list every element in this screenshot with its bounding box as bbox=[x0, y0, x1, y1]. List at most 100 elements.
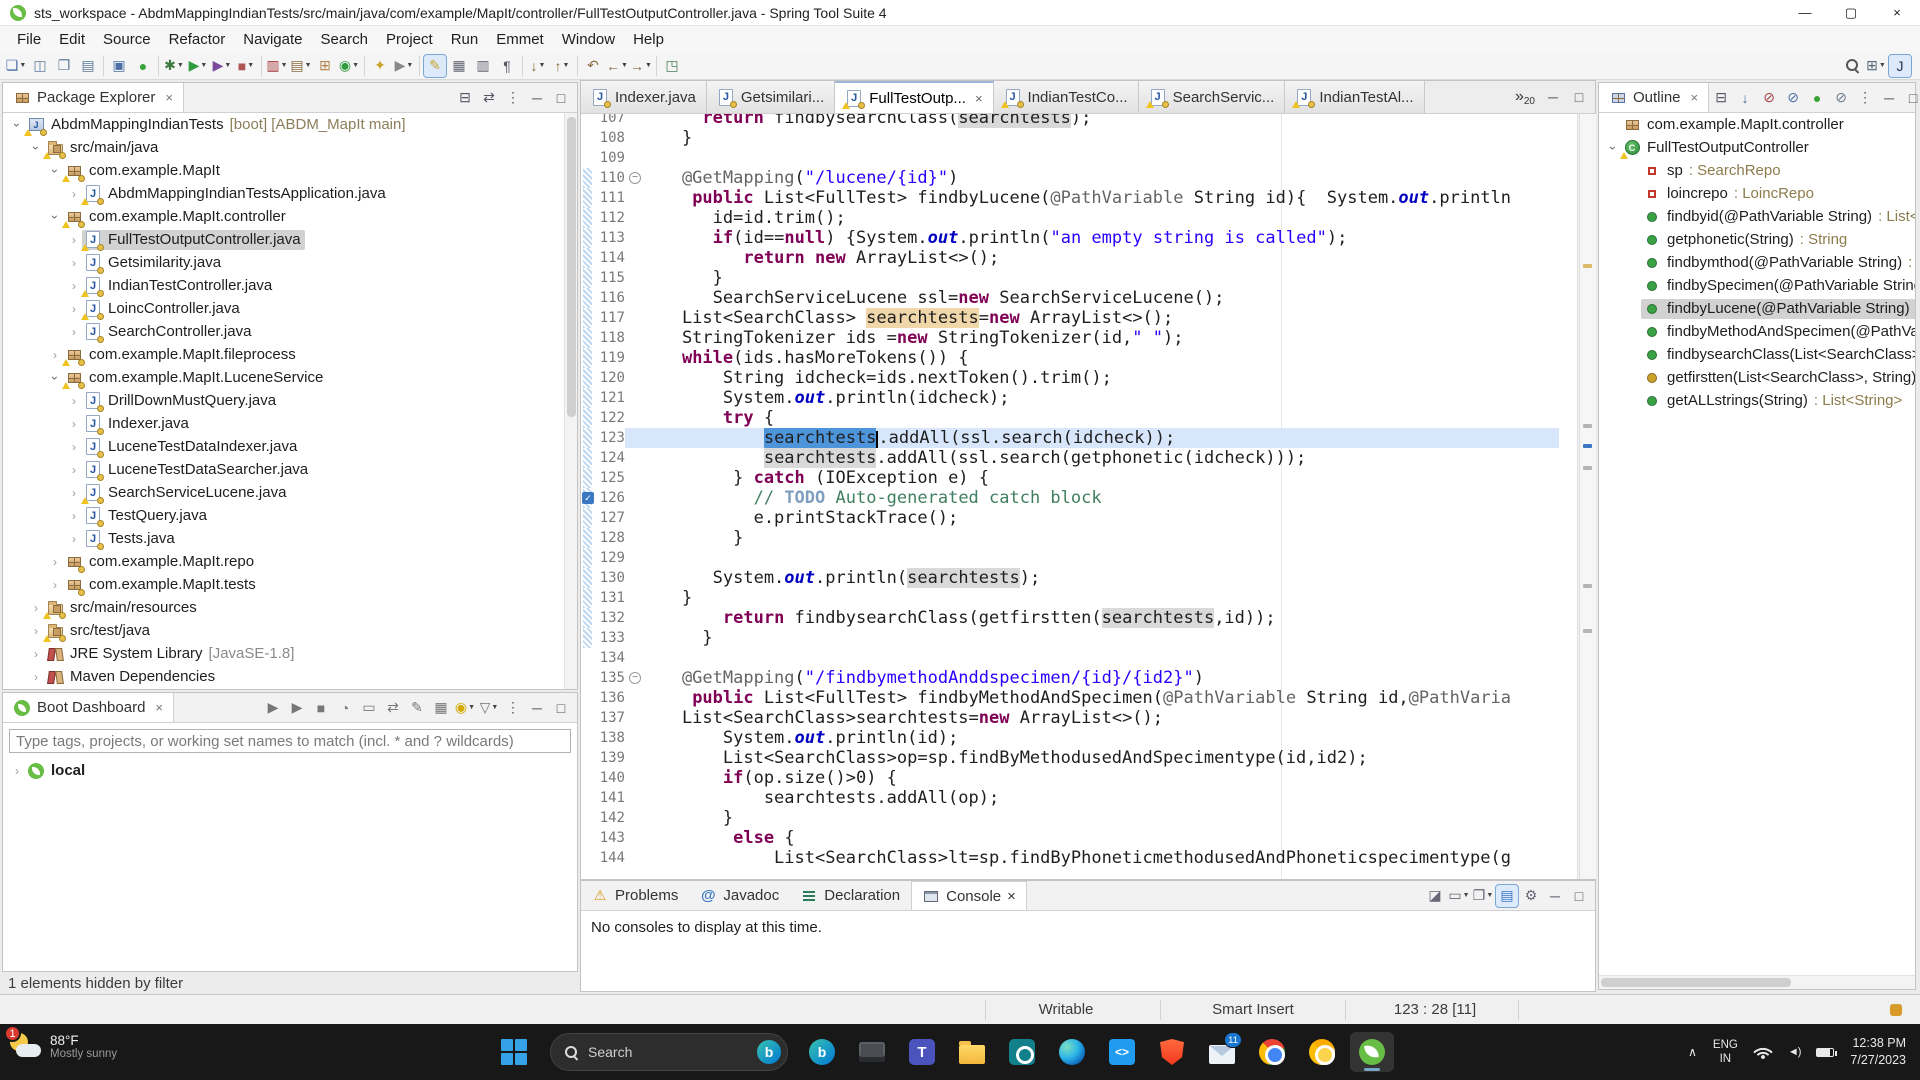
new-package-icon[interactable]: ⊞ bbox=[314, 55, 336, 77]
code-line-119[interactable]: 119 while(ids.hasMoreTokens()) { bbox=[581, 348, 1577, 368]
tree-item-lucenetestdatasearcher-java[interactable]: › LuceneTestDataSearcher.java bbox=[3, 458, 577, 481]
console-tab-problems[interactable]: ⚠ Problems bbox=[581, 881, 689, 910]
external-tools-icon[interactable]: ▶ ▼ bbox=[393, 55, 415, 77]
stop-icon[interactable]: ■ ▼ bbox=[235, 55, 257, 77]
tree-item-fulltestoutputcontroller-java[interactable]: › FullTestOutputController.java bbox=[3, 228, 577, 251]
code-text[interactable]: System.out.println(idcheck); bbox=[641, 388, 1010, 408]
maximize-icon[interactable]: □ bbox=[550, 87, 572, 109]
line-number[interactable]: 139 bbox=[589, 748, 625, 768]
code-line-130[interactable]: 130 System.out.println(searchtests); bbox=[581, 568, 1577, 588]
menu-project[interactable]: Project bbox=[377, 28, 442, 51]
code-text[interactable]: SearchServiceLucene ssl=new SearchServic… bbox=[641, 288, 1225, 308]
java-perspective-icon[interactable]: J bbox=[1888, 53, 1912, 78]
save-icon[interactable]: ◫ bbox=[29, 55, 51, 77]
expander-icon[interactable]: › bbox=[48, 209, 62, 225]
close-icon[interactable]: × bbox=[1007, 888, 1016, 905]
print-icon[interactable]: ▤ bbox=[77, 55, 99, 77]
tree-item-searchservicelucene-java[interactable]: › SearchServiceLucene.java bbox=[3, 481, 577, 504]
maximize-button[interactable]: ▢ bbox=[1828, 0, 1874, 26]
taskbar-app-chrome[interactable] bbox=[1250, 1032, 1294, 1072]
code-line-122[interactable]: 122 try { bbox=[581, 408, 1577, 428]
back-icon[interactable]: ← ▼ bbox=[606, 55, 628, 77]
code-text[interactable]: } bbox=[641, 628, 712, 648]
code-line-136[interactable]: 136 public List<FullTest> findbyMethodAn… bbox=[581, 688, 1577, 708]
code-text[interactable]: System.out.println(id); bbox=[641, 728, 958, 748]
line-number[interactable]: 131 bbox=[589, 588, 625, 608]
show-selected-element-icon[interactable]: ▥ bbox=[472, 55, 494, 77]
open-console-icon[interactable]: ▭ bbox=[358, 697, 380, 719]
show-properties-icon[interactable]: ▦ bbox=[430, 697, 452, 719]
code-line-143[interactable]: 143 else { bbox=[581, 828, 1577, 848]
line-number[interactable]: 123 bbox=[589, 428, 625, 448]
line-number[interactable]: 141 bbox=[589, 788, 625, 808]
activate-on-output-icon[interactable]: ▤ bbox=[1495, 883, 1519, 908]
maximize-icon[interactable]: □ bbox=[1568, 885, 1590, 907]
editor-tab-fulltestoutp-[interactable]: FullTestOutp... × bbox=[835, 81, 994, 113]
line-number[interactable]: 143 bbox=[589, 828, 625, 848]
collapse-all-icon[interactable]: ⊟ bbox=[1710, 87, 1732, 109]
open-config-icon[interactable]: ✎ bbox=[406, 697, 428, 719]
expander-icon[interactable]: › bbox=[66, 486, 82, 500]
new-java-project-icon[interactable]: ▤ ▼ bbox=[290, 55, 312, 77]
code-text[interactable]: } bbox=[641, 808, 733, 828]
view-menu-icon[interactable]: ⋮ bbox=[502, 697, 524, 719]
code-line-120[interactable]: 120 String idcheck=ids.nextToken().trim(… bbox=[581, 368, 1577, 388]
expander-icon[interactable]: › bbox=[66, 302, 82, 316]
outline-item-findbyid-pathvariable-string-[interactable]: findbyid(@PathVariable String) : List<F bbox=[1599, 205, 1915, 228]
spring-boot-icon[interactable]: ● bbox=[132, 55, 154, 77]
code-line-109[interactable]: 109 bbox=[581, 148, 1577, 168]
code-text[interactable]: if(op.size()>0) { bbox=[641, 768, 897, 788]
coverage-icon[interactable]: ▥ ▼ bbox=[266, 55, 288, 77]
start-debug-icon[interactable]: ▶ bbox=[286, 697, 308, 719]
tree-item-com-example-mapit-repo[interactable]: › com.example.MapIt.repo bbox=[3, 550, 577, 573]
expander-icon[interactable]: › bbox=[28, 624, 44, 638]
line-number[interactable]: 135 bbox=[589, 668, 625, 688]
notification-icon[interactable] bbox=[1890, 1004, 1902, 1016]
battery-icon[interactable] bbox=[1816, 1047, 1838, 1057]
outline-item-com-example-mapit-controller[interactable]: com.example.MapIt.controller bbox=[1599, 113, 1915, 136]
line-number[interactable]: 114 bbox=[589, 248, 625, 268]
line-number[interactable]: 140 bbox=[589, 768, 625, 788]
line-number[interactable]: 120 bbox=[589, 368, 625, 388]
code-line-134[interactable]: 134 bbox=[581, 648, 1577, 668]
tree-item-src-main-resources[interactable]: › src/main/resources bbox=[3, 596, 577, 619]
taskbar-app-bing[interactable]: b bbox=[800, 1032, 844, 1072]
line-number[interactable]: 125 bbox=[589, 468, 625, 488]
code-text[interactable]: return new ArrayList<>(); bbox=[641, 248, 999, 268]
menu-window[interactable]: Window bbox=[553, 28, 624, 51]
expander-icon[interactable]: › bbox=[9, 764, 25, 778]
tree-item-loinccontroller-java[interactable]: › LoincController.java bbox=[3, 297, 577, 320]
editor-tab-searchservic-[interactable]: SearchServic... bbox=[1138, 81, 1286, 113]
code-text[interactable]: List<SearchClass>op=sp.findByMethodusedA… bbox=[641, 748, 1368, 768]
hide-static-members-icon[interactable]: ⊘ bbox=[1782, 87, 1804, 109]
boot-target-local[interactable]: › local bbox=[3, 759, 577, 782]
line-number[interactable]: 116 bbox=[589, 288, 625, 308]
line-number[interactable]: 118 bbox=[589, 328, 625, 348]
expander-icon[interactable]: › bbox=[66, 233, 82, 247]
code-line-139[interactable]: 139 List<SearchClass>op=sp.findByMethodu… bbox=[581, 748, 1577, 768]
editor-tab-indiantestal-[interactable]: IndianTestAl... bbox=[1285, 81, 1425, 113]
search-icon[interactable]: ✦ bbox=[369, 55, 391, 77]
tree-item-getsimilarity-java[interactable]: › Getsimilarity.java bbox=[3, 251, 577, 274]
line-number[interactable]: 144 bbox=[589, 848, 625, 868]
restart-icon[interactable]: ◔ bbox=[334, 697, 356, 719]
code-line-141[interactable]: 141 searchtests.addAll(op); bbox=[581, 788, 1577, 808]
line-number[interactable]: 109 bbox=[589, 148, 625, 168]
forward-icon[interactable]: → ▼ bbox=[630, 55, 652, 77]
line-number[interactable]: 117 bbox=[589, 308, 625, 328]
code-editor[interactable]: 107 return findbysearchClass(searchtests… bbox=[581, 114, 1577, 879]
code-line-128[interactable]: 128 } bbox=[581, 528, 1577, 548]
code-line-142[interactable]: 142 } bbox=[581, 808, 1577, 828]
last-edit-location-icon[interactable]: ↶ bbox=[582, 55, 604, 77]
outline-scrollbar[interactable] bbox=[1599, 975, 1915, 989]
tree-item-src-main-java[interactable]: › src/main/java bbox=[3, 136, 577, 159]
code-text[interactable]: List<SearchClass>searchtests=new ArrayLi… bbox=[641, 708, 1163, 728]
link-with-editor-icon[interactable]: ⇄ bbox=[382, 697, 404, 719]
outline-item-findbyspecimen-pathvariable-string[interactable]: findbySpecimen(@PathVariable String bbox=[1599, 274, 1915, 297]
line-number[interactable]: 122 bbox=[589, 408, 625, 428]
tab-outline[interactable]: Outline × bbox=[1599, 83, 1710, 112]
expander-icon[interactable]: › bbox=[66, 187, 82, 201]
overview-marker[interactable] bbox=[1583, 629, 1592, 633]
expander-icon[interactable]: › bbox=[28, 601, 44, 615]
expander-icon[interactable]: › bbox=[28, 647, 44, 661]
